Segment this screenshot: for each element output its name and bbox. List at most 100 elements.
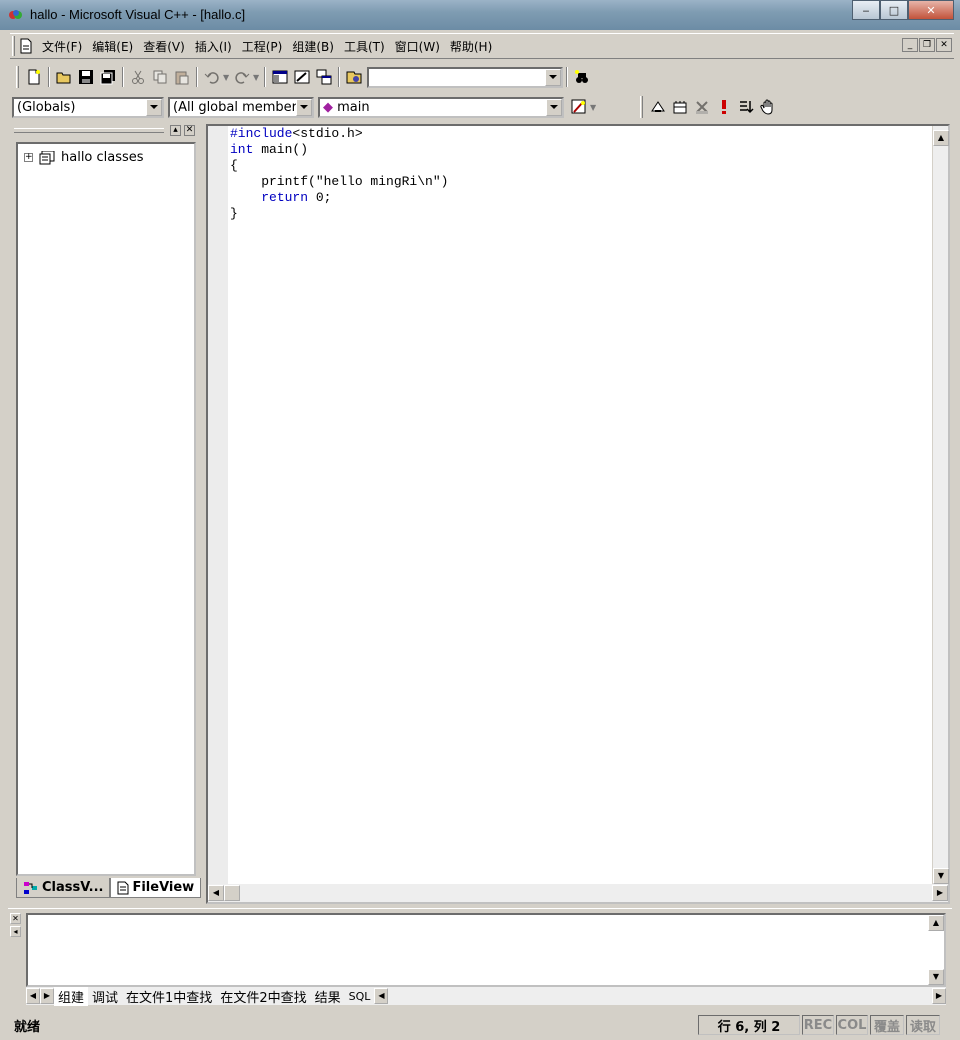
new-file-icon	[28, 69, 40, 85]
build-button[interactable]	[669, 96, 691, 118]
tab-classview[interactable]: ClassV...	[16, 878, 111, 898]
stop-build-icon	[696, 101, 708, 114]
copy-button[interactable]	[149, 66, 171, 88]
stop-build-button[interactable]	[691, 96, 713, 118]
filter-combo[interactable]: (All global members	[168, 96, 314, 118]
workspace-header[interactable]: ▴ ✕	[12, 124, 198, 138]
output-tabs-next-button[interactable]: ▶	[40, 988, 54, 1004]
wizard-action-button[interactable]	[568, 96, 590, 118]
scroll-up-button[interactable]: ▲	[933, 130, 949, 146]
window-list-button[interactable]	[313, 66, 335, 88]
workspace-close-button[interactable]: ✕	[184, 125, 195, 136]
scroll-left-button[interactable]: ◀	[208, 885, 224, 901]
redo-dropdown-icon[interactable]: ▼	[253, 73, 261, 82]
menu-edit[interactable]: 编辑(E)	[87, 36, 138, 57]
save-button[interactable]	[75, 66, 97, 88]
member-combo-dropdown[interactable]	[546, 98, 562, 116]
breakpoint-button[interactable]	[757, 96, 779, 118]
window-title: hallo - Microsoft Visual C++ - [hallo.c]	[30, 7, 246, 22]
output-scroll-down-button[interactable]: ▼	[928, 969, 944, 985]
tab-results[interactable]: 结果	[311, 987, 345, 1006]
redo-button[interactable]	[231, 66, 253, 88]
minimize-button[interactable]: ‒	[852, 0, 880, 20]
class-combo-dropdown[interactable]	[146, 98, 162, 116]
output-hscroll-left-button[interactable]: ◀	[374, 988, 389, 1004]
mdi-restore-button[interactable]: ❐	[919, 38, 935, 52]
expand-icon[interactable]: +	[24, 153, 33, 162]
find-button[interactable]	[571, 66, 593, 88]
paste-button[interactable]	[171, 66, 193, 88]
window-list-icon	[316, 69, 332, 85]
menu-view[interactable]: 查看(V)	[138, 36, 190, 57]
open-button[interactable]	[53, 66, 75, 88]
menu-window[interactable]: 窗口(W)	[390, 36, 445, 57]
mdi-minimize-button[interactable]: _	[902, 38, 918, 52]
undo-button[interactable]	[201, 66, 223, 88]
menu-help[interactable]: 帮助(H)	[445, 36, 497, 57]
new-file-button[interactable]	[23, 66, 45, 88]
output-close-button[interactable]: ✕	[10, 913, 21, 924]
menu-project[interactable]: 工程(P)	[237, 36, 288, 57]
code-line[interactable]: {	[230, 158, 448, 174]
scroll-down-button[interactable]: ▼	[933, 868, 949, 884]
menu-tools[interactable]: 工具(T)	[339, 36, 390, 57]
member-combo[interactable]: ◆ main	[318, 96, 564, 118]
compile-icon	[651, 101, 665, 112]
cut-button[interactable]	[127, 66, 149, 88]
code-line[interactable]: return 0;	[230, 190, 448, 206]
tab-find-in-files-2[interactable]: 在文件2中查找	[216, 987, 310, 1006]
code-line[interactable]: int main()	[230, 142, 448, 158]
close-button[interactable]: ✕	[908, 0, 954, 20]
filter-combo-dropdown[interactable]	[296, 98, 312, 116]
mdi-close-button[interactable]: ✕	[936, 38, 952, 52]
code-line[interactable]: }	[230, 206, 448, 222]
output-maximize-button[interactable]: ◂	[10, 926, 21, 937]
editor-vertical-scrollbar[interactable]: ▲ ▼	[932, 126, 949, 884]
go-button[interactable]	[735, 96, 757, 118]
main-window: hallo - Microsoft Visual C++ - [hallo.c]…	[0, 0, 960, 1040]
menu-build[interactable]: 组建(B)	[287, 36, 339, 57]
workspace-maximize-button[interactable]: ▴	[170, 125, 181, 136]
editor-gutter[interactable]	[208, 126, 228, 902]
code-keyword: int	[230, 142, 254, 157]
code-line[interactable]: #include<stdio.h>	[230, 126, 448, 142]
classview-icon	[24, 881, 37, 894]
tab-build[interactable]: 组建	[54, 986, 89, 1006]
output-scroll-up-button[interactable]: ▲	[928, 915, 944, 931]
class-tree[interactable]: + hallo classes	[16, 142, 196, 876]
class-combo[interactable]: (Globals)	[12, 96, 164, 118]
execute-button[interactable]	[713, 96, 735, 118]
workspace-toggle-button[interactable]	[269, 66, 291, 88]
output-tabs-prev-button[interactable]: ◀	[26, 988, 40, 1004]
tab-fileview[interactable]: FileView	[110, 878, 202, 898]
wizard-action-dropdown-icon[interactable]: ▼	[590, 103, 598, 112]
tree-item-hallo-classes[interactable]: + hallo classes	[24, 150, 144, 165]
standard-toolbar: ▼ ▼	[12, 63, 616, 91]
output-text[interactable]: ▲ ▼	[26, 913, 946, 987]
scroll-thumb[interactable]	[224, 885, 240, 901]
code-line[interactable]: printf("hello mingRi\n")	[230, 174, 448, 190]
tab-sql[interactable]: SQL	[345, 990, 375, 1003]
find-in-files-button[interactable]	[343, 66, 365, 88]
save-all-button[interactable]	[97, 66, 119, 88]
find-combo-dropdown[interactable]	[545, 68, 561, 86]
undo-dropdown-icon[interactable]: ▼	[223, 73, 231, 82]
menu-grip[interactable]	[12, 36, 15, 56]
tab-find-in-files-1[interactable]: 在文件1中查找	[122, 987, 216, 1006]
output-hscroll-right-button[interactable]: ▶	[932, 988, 946, 1004]
copy-icon	[153, 70, 167, 84]
document-icon[interactable]	[19, 38, 33, 54]
code-area[interactable]: #include<stdio.h> int main(){ printf("hel…	[230, 126, 448, 222]
compile-button[interactable]	[647, 96, 669, 118]
code-editor[interactable]: #include<stdio.h> int main(){ printf("hel…	[206, 124, 950, 904]
tab-debug[interactable]: 调试	[88, 987, 122, 1006]
find-combo[interactable]	[367, 66, 563, 88]
menu-insert[interactable]: 插入(I)	[190, 36, 237, 57]
menu-file[interactable]: 文件(F)	[37, 36, 87, 57]
open-folder-icon	[56, 72, 71, 84]
output-toggle-button[interactable]	[291, 66, 313, 88]
editor-horizontal-scrollbar[interactable]: ◀ ▶	[208, 884, 948, 902]
scroll-right-button[interactable]: ▶	[932, 885, 948, 901]
visual-cpp-icon	[9, 10, 22, 19]
maximize-button[interactable]: □	[880, 0, 908, 20]
